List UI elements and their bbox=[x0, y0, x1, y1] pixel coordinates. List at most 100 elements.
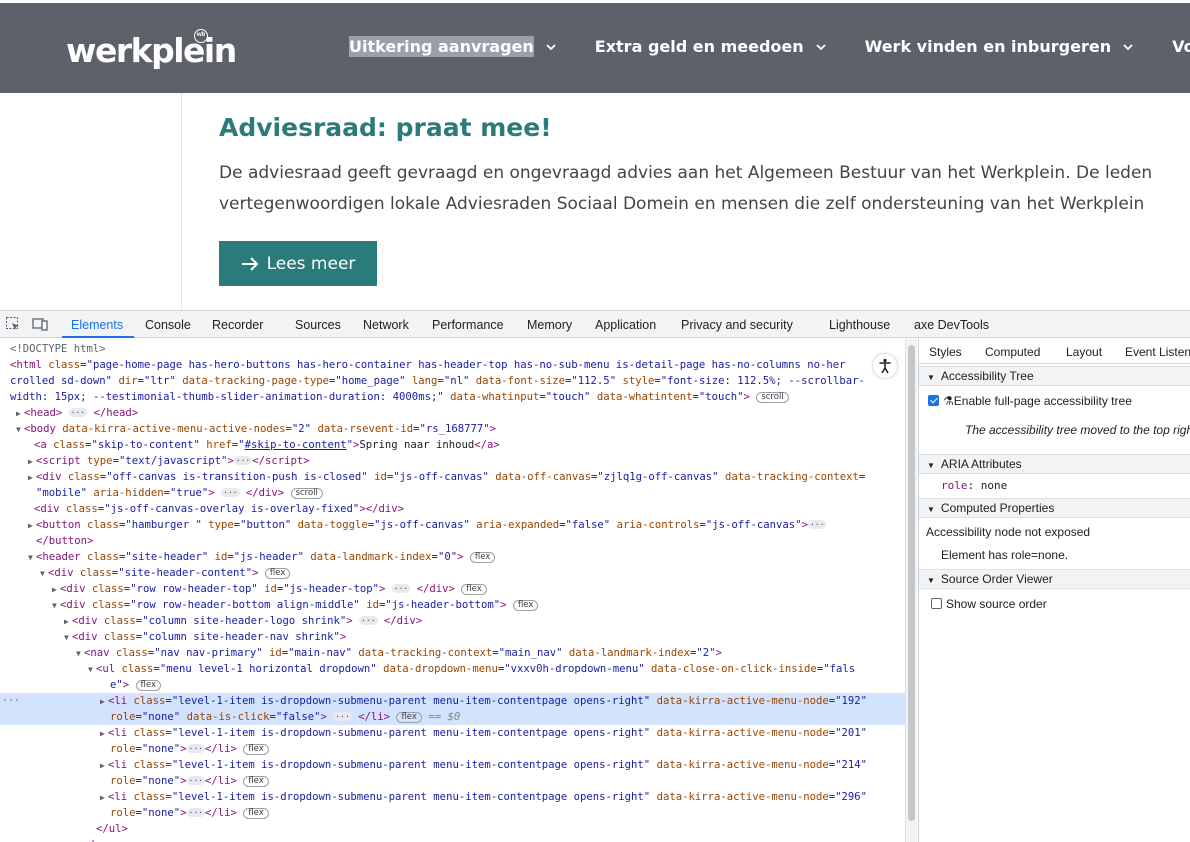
flex-badge[interactable]: flex bbox=[461, 584, 487, 595]
tab-lighthouse[interactable]: Lighthouse bbox=[829, 318, 890, 332]
inspect-element-icon[interactable] bbox=[5, 316, 21, 332]
tab-network[interactable]: Network bbox=[363, 318, 409, 332]
ellipsis-badge[interactable]: ··· bbox=[359, 616, 378, 625]
devtools-sidebar: Styles Computed Layout Event Listeners ▼… bbox=[918, 339, 1190, 842]
dom-line[interactable]: width: 15px; --testimonial-thumb-slider-… bbox=[0, 389, 905, 405]
dom-line[interactable]: </button> bbox=[0, 533, 905, 549]
dom-scrollbar-thumb[interactable] bbox=[908, 345, 915, 821]
flex-badge[interactable]: flex bbox=[264, 568, 291, 579]
dom-line[interactable]: ▶ <script type="text/javascript"> ··· </scr… bbox=[0, 453, 905, 469]
nav-item-uitkering[interactable]: Uitkering aanvragen bbox=[349, 36, 557, 57]
tab-event-listeners[interactable]: Event Listeners bbox=[1125, 345, 1190, 359]
dom-line[interactable]: ▼ <ul class="menu level-1 horizontal drop… bbox=[0, 661, 905, 677]
computed-properties-section[interactable]: ▼ Computed Properties bbox=[919, 498, 1190, 518]
ellipsis-badge[interactable]: ··· bbox=[807, 520, 827, 529]
hero-title: Adviesraad: praat mee! bbox=[219, 113, 552, 142]
tab-elements[interactable]: Elements bbox=[71, 318, 123, 332]
ellipsis-badge[interactable]: ··· bbox=[68, 408, 88, 417]
aria-attributes-section[interactable]: ▼ ARIA Attributes bbox=[919, 454, 1190, 474]
flex-badge[interactable]: flex bbox=[512, 600, 539, 611]
chevron-down-icon bbox=[546, 43, 556, 50]
dom-line[interactable]: ▶ <head> ··· </head> bbox=[0, 405, 905, 421]
accessibility-person-icon[interactable] bbox=[873, 354, 897, 378]
ellipsis-badge[interactable]: ··· bbox=[333, 712, 352, 721]
dom-line[interactable]: ▼ <div class="column site-header-nav shri… bbox=[0, 629, 905, 645]
website-viewport: werkplein wb Uitkering aanvragen Extra g… bbox=[0, 0, 1190, 310]
checkbox-label: Enable full-page accessibility tree bbox=[953, 394, 1132, 408]
tab-sources[interactable]: Sources bbox=[295, 318, 341, 332]
dom-line[interactable]: e"> flex bbox=[0, 677, 905, 693]
dom-line[interactable]: role="none"> ··· </li> flex bbox=[0, 805, 905, 821]
show-source-order-checkbox[interactable] bbox=[931, 598, 942, 609]
tab-console[interactable]: Console bbox=[145, 318, 191, 332]
enable-a11y-tree-checkbox[interactable] bbox=[928, 395, 939, 406]
nav-item-werk-vinden[interactable]: Werk vinden en inburgeren bbox=[865, 36, 1134, 57]
device-toolbar-icon[interactable] bbox=[32, 316, 48, 332]
dom-line[interactable]: ▼ <nav class="nav nav-primary" id="main-n… bbox=[0, 645, 905, 661]
ellipsis-badge[interactable]: ··· bbox=[186, 744, 206, 753]
scroll-badge[interactable]: scroll bbox=[756, 392, 789, 403]
ellipsis-badge[interactable]: ··· bbox=[391, 584, 411, 593]
dom-line[interactable]: ▶ <button class="hamburger " type="button… bbox=[0, 517, 905, 533]
source-order-section[interactable]: ▼ Source Order Viewer bbox=[919, 569, 1190, 589]
dom-line[interactable]: </ul> bbox=[0, 821, 905, 837]
tab-styles[interactable]: Styles bbox=[929, 345, 962, 359]
dom-line[interactable]: ▶ <li class="level-1-item is-dropdown-sub… bbox=[0, 789, 905, 805]
nav-item-extra-geld[interactable]: Extra geld en meedoen bbox=[595, 36, 827, 57]
dom-line[interactable]: ▼ <div class="site-header-content"> flex bbox=[0, 565, 905, 581]
dom-line[interactable]: ▶ <li class="level-1-item is-dropdown-sub… bbox=[0, 757, 905, 773]
ellipsis-badge[interactable]: ··· bbox=[186, 808, 206, 817]
dom-line[interactable]: role="none"> ··· </li> flex bbox=[0, 741, 905, 757]
dom-line[interactable]: <a class="skip-to-content" href="#skip-t… bbox=[0, 437, 905, 453]
dom-line[interactable]: ▶ <div class="off-canvas is-transition-pu… bbox=[0, 469, 905, 485]
show-source-order-row[interactable]: Show source order bbox=[931, 597, 1047, 611]
dom-line[interactable]: ▶ <li class="level-1-item is-dropdown-sub… bbox=[0, 725, 905, 741]
flex-badge[interactable]: flex bbox=[243, 776, 269, 787]
flex-badge[interactable]: flex bbox=[243, 808, 269, 819]
aria-role-value: : none bbox=[967, 479, 1008, 492]
dom-line-selected[interactable]: role="none" data-is-click="false"> ··· <… bbox=[0, 709, 905, 725]
site-logo[interactable]: werkplein bbox=[66, 31, 237, 70]
flex-badge[interactable]: flex bbox=[469, 552, 496, 563]
dom-line[interactable]: <div class="js-off-canvas-overlay is-ove… bbox=[0, 501, 905, 517]
tab-computed[interactable]: Computed bbox=[985, 345, 1040, 359]
nav-item-werkgevers[interactable]: Voor werkgevers bbox=[1172, 36, 1190, 57]
flex-badge[interactable]: flex bbox=[396, 712, 422, 723]
tab-privacy-security[interactable]: Privacy and security bbox=[681, 318, 793, 332]
dom-line[interactable]: ▼ <body data-kirra-active-menu-active-nod… bbox=[0, 421, 905, 437]
scroll-badge[interactable]: scroll bbox=[290, 488, 323, 499]
dom-line[interactable]: role="none"> ··· </li> flex bbox=[0, 773, 905, 789]
tab-memory[interactable]: Memory bbox=[527, 318, 572, 332]
flex-badge[interactable]: flex bbox=[135, 680, 162, 691]
dom-line[interactable]: ▼ <header class="site-header" id="js-head… bbox=[0, 549, 905, 565]
dom-line[interactable]: crolled sd-down" dir="ltr" data-tracking… bbox=[0, 373, 905, 389]
dom-line[interactable]: "mobile" aria-hidden="true"> ··· </div> … bbox=[0, 485, 905, 501]
tab-recorder[interactable]: Recorder bbox=[212, 318, 263, 332]
section-title: Accessibility Tree bbox=[940, 369, 1034, 383]
accessibility-tree-section[interactable]: ▼ Accessibility Tree bbox=[919, 366, 1190, 386]
dom-line-selected[interactable]: ··· ▶ <li class="level-1-item is-dropdown-… bbox=[0, 693, 905, 709]
a11y-moved-note: The accessibility tree moved to the top … bbox=[965, 423, 1190, 437]
dom-line[interactable]: ▶ <div class="row row-header-top" id="js-… bbox=[0, 581, 905, 597]
ellipsis-badge[interactable]: ··· bbox=[186, 776, 206, 785]
ellipsis-badge[interactable]: ··· bbox=[221, 488, 240, 497]
dom-scrollbar[interactable] bbox=[905, 339, 917, 842]
dom-line[interactable]: <!DOCTYPE html> bbox=[0, 341, 905, 357]
tab-layout[interactable]: Layout bbox=[1066, 345, 1102, 359]
chevron-down-icon bbox=[815, 43, 826, 50]
dom-line[interactable]: <html class="page-home-page has-hero-but… bbox=[0, 357, 905, 373]
ellipsis-badge[interactable]: ··· bbox=[233, 456, 253, 465]
dom-line[interactable]: ▼ <div class="row row-header-bottom align… bbox=[0, 597, 905, 613]
aria-role-row: role: none bbox=[941, 479, 1007, 492]
checkbox-label: Show source order bbox=[946, 597, 1047, 611]
tab-performance[interactable]: Performance bbox=[432, 318, 504, 332]
enable-a11y-tree-row[interactable]: ⚗Enable full-page accessibility tree bbox=[928, 394, 1132, 408]
lees-meer-button[interactable]: Lees meer bbox=[219, 241, 377, 286]
tab-axe-devtools[interactable]: axe DevTools bbox=[914, 318, 989, 332]
flex-badge[interactable]: flex bbox=[243, 744, 269, 755]
dom-line[interactable]: ▶ <div class="column site-header-logo shr… bbox=[0, 613, 905, 629]
dom-line[interactable]: </nav> bbox=[0, 837, 905, 842]
site-header: werkplein wb Uitkering aanvragen Extra g… bbox=[0, 3, 1190, 93]
sidebar-tabbar: Styles Computed Layout Event Listeners bbox=[919, 339, 1190, 364]
tab-application[interactable]: Application bbox=[595, 318, 656, 332]
